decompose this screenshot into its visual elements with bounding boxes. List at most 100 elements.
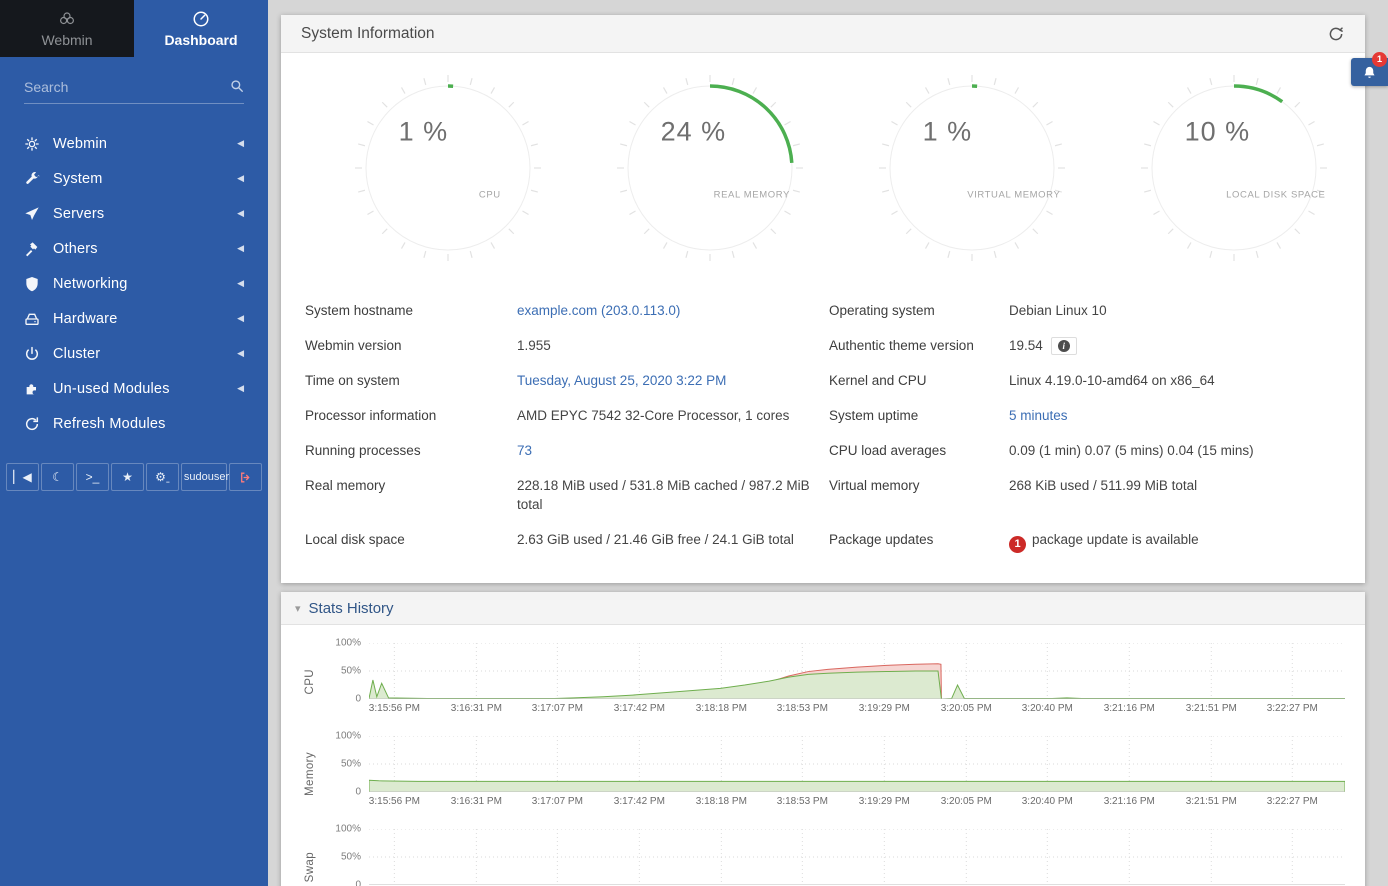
collapse-sidebar-button[interactable]: ▏◀ [6, 463, 39, 491]
tab-dashboard[interactable]: Dashboard [134, 0, 268, 57]
chart-y-labels: 100% 50% 0 [323, 736, 369, 792]
x-tick-label: 3:18:53 PM [777, 796, 828, 807]
refresh-icon [24, 416, 40, 432]
collapse-icon: ▏◀ [13, 471, 31, 483]
gauges-row: 1 % CPU 24 % REAL MEMORY 1 % VIRTU [281, 53, 1365, 275]
x-tick-label: 3:21:16 PM [1104, 703, 1155, 714]
gauge-caption: LOCAL DISK SPACE [1226, 189, 1325, 200]
sidebar-item-hardware[interactable]: Hardware ◀ [0, 301, 268, 336]
favorites-button[interactable]: ★ [111, 463, 144, 491]
real-memory-value: 228.18 MiB used / 531.8 MiB cached / 987… [517, 468, 829, 522]
sidebar-item-servers[interactable]: Servers ◀ [0, 196, 268, 231]
theme-settings-button[interactable]: ⚙ˍ [146, 463, 179, 491]
gauge-local-disk-space: 10 % LOCAL DISK SPACE [1103, 73, 1365, 265]
search-row [0, 57, 268, 114]
caret-down-icon: ▾ [295, 602, 301, 615]
package-update-link[interactable]: package update is available [1032, 532, 1199, 547]
search-input[interactable] [24, 75, 244, 104]
package-updates-cell: 1 package update is available [1009, 522, 1341, 561]
sidebar-item-label: System [53, 171, 237, 187]
x-tick-label: 3:22:27 PM [1267, 703, 1318, 714]
sidebar-item-refresh-modules[interactable]: Refresh Modules [0, 406, 268, 441]
theme-version-number: 19.54 [1009, 338, 1043, 353]
sidebar-item-unused-modules[interactable]: Un-used Modules ◀ [0, 371, 268, 406]
search-icon[interactable] [230, 79, 244, 93]
sidebar-item-system[interactable]: System ◀ [0, 161, 268, 196]
gauge-percent: 10 % [1185, 116, 1251, 147]
x-tick-label: 3:21:16 PM [1104, 796, 1155, 807]
chart-swap: Swap 100% 50% 0 3:15:56 PM3:16:31 PM3:17… [297, 829, 1345, 886]
user-button[interactable]: sudouser [181, 463, 227, 491]
local-disk-value: 2.63 GiB used / 21.46 GiB free / 24.1 Gi… [517, 522, 829, 561]
tab-webmin-label: Webmin [41, 32, 92, 48]
chart-plot-area: 3:15:56 PM3:16:31 PM3:17:07 PM3:17:42 PM… [369, 736, 1345, 812]
chart-y-labels: 100% 50% 0 [323, 829, 369, 885]
x-tick-label: 3:15:56 PM [369, 703, 420, 714]
chart-cpu: CPU 100% 50% 0 3:15:56 PM3:16:31 PM3:17:… [297, 643, 1345, 719]
night-mode-button[interactable]: ☾ [41, 463, 74, 491]
info-label: CPU load averages [829, 433, 1009, 468]
info-label: Running processes [305, 433, 517, 468]
chart-y-labels: 100% 50% 0 [323, 643, 369, 699]
notifications-button[interactable]: 1 [1351, 58, 1388, 86]
tab-dashboard-label: Dashboard [164, 32, 237, 48]
x-tick-label: 3:20:05 PM [941, 796, 992, 807]
system-information-panel: System Information 1 % CPU 24 % REA [281, 15, 1365, 583]
stats-history-header[interactable]: ▾ Stats History [281, 592, 1365, 625]
sidebar-item-label: Others [53, 241, 237, 257]
info-label: Local disk space [305, 522, 517, 561]
stats-history-title: Stats History [309, 600, 394, 617]
star-icon: ★ [122, 471, 133, 483]
uptime-link[interactable]: 5 minutes [1009, 398, 1341, 433]
terminal-button[interactable]: >_ [76, 463, 109, 491]
terminal-icon: >_ [86, 471, 100, 483]
running-processes-link[interactable]: 73 [517, 433, 829, 468]
bell-icon [1362, 65, 1377, 80]
logout-button[interactable] [229, 463, 262, 491]
x-tick-label: 3:17:42 PM [614, 796, 665, 807]
refresh-page-icon[interactable] [1327, 25, 1345, 43]
x-tick-label: 3:20:40 PM [1022, 796, 1073, 807]
info-label: Authentic theme version [829, 328, 1009, 363]
sidebar-item-label: Webmin [53, 136, 237, 152]
sidebar-item-cluster[interactable]: Cluster ◀ [0, 336, 268, 371]
chart-axis-title: CPU [304, 669, 316, 694]
main-content: System Information 1 % CPU 24 % REA [268, 0, 1388, 886]
chevron-left-icon: ◀ [237, 348, 244, 359]
y-tick-label: 0 [355, 880, 361, 886]
logout-icon [239, 471, 252, 484]
y-tick-label: 0 [355, 787, 361, 798]
x-axis-labels: 3:15:56 PM3:16:31 PM3:17:07 PM3:17:42 PM… [369, 703, 1345, 719]
sidebar-item-networking[interactable]: Networking ◀ [0, 266, 268, 301]
sidebar-item-others[interactable]: Others ◀ [0, 231, 268, 266]
time-on-system-link[interactable]: Tuesday, August 25, 2020 3:22 PM [517, 363, 829, 398]
theme-info-button[interactable]: i [1051, 337, 1077, 355]
gauge-percent: 1 % [923, 116, 973, 147]
x-tick-label: 3:17:07 PM [532, 796, 583, 807]
kernel-cpu-value: Linux 4.19.0-10-amd64 on x86_64 [1009, 363, 1341, 398]
y-tick-label: 50% [341, 666, 361, 677]
info-label: Package updates [829, 522, 1009, 561]
virtual-memory-value: 268 KiB used / 511.99 MiB total [1009, 468, 1341, 522]
tab-webmin[interactable]: Webmin [0, 0, 134, 57]
dashboard-gauge-icon [192, 10, 210, 28]
package-count-badge: 1 [1009, 536, 1026, 553]
x-tick-label: 3:19:29 PM [859, 703, 910, 714]
puzzle-icon [24, 381, 40, 397]
x-tick-label: 3:17:07 PM [532, 703, 583, 714]
gauge-cpu: 1 % CPU [317, 73, 579, 265]
chart-axis-title: Swap [304, 852, 316, 882]
hard-drive-icon [24, 311, 40, 327]
x-tick-label: 3:20:40 PM [1022, 703, 1073, 714]
stats-history-panel: ▾ Stats History CPU 100% 50% 0 3:15:56 P… [281, 592, 1365, 886]
y-tick-label: 0 [355, 694, 361, 705]
info-label: System uptime [829, 398, 1009, 433]
y-tick-label: 50% [341, 759, 361, 770]
hostname-link[interactable]: example.com (203.0.113.0) [517, 293, 829, 328]
sidebar-item-webmin[interactable]: Webmin ◀ [0, 126, 268, 161]
x-tick-label: 3:17:42 PM [614, 703, 665, 714]
system-information-header: System Information [281, 15, 1365, 53]
info-label: Operating system [829, 293, 1009, 328]
paper-plane-icon [24, 206, 40, 222]
webmin-logo-icon [58, 10, 76, 28]
